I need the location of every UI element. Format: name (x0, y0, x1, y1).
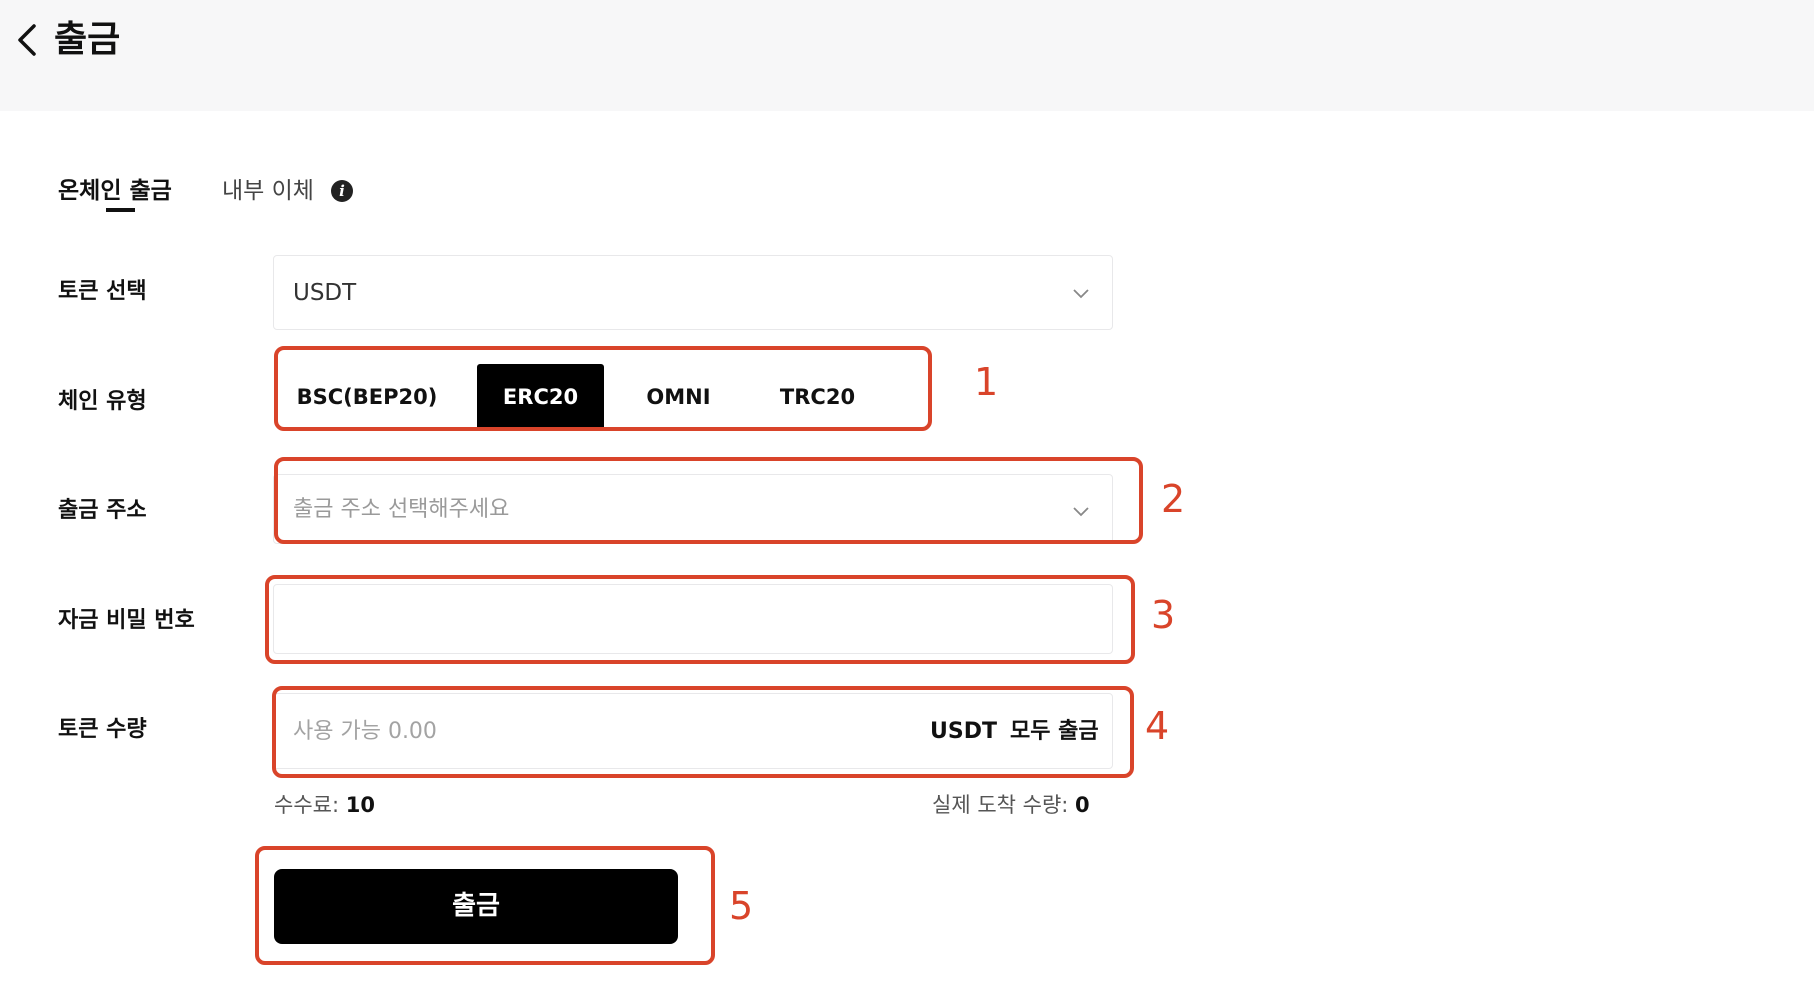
annotation-number-3: 3 (1151, 593, 1176, 637)
annotation-box-5 (255, 846, 715, 965)
annotation-box-3 (265, 575, 1135, 664)
annotation-box-2 (274, 457, 1143, 544)
header-bar: 출금 (0, 0, 1814, 111)
annotation-box-1 (274, 346, 932, 431)
annotation-number-1: 1 (974, 360, 999, 404)
actual-amount-label: 실제 도착 수량: (932, 793, 1069, 817)
chevron-down-icon (1073, 289, 1089, 299)
fee-value: 10 (345, 793, 375, 817)
token-select-label: 토큰 선택 (58, 279, 147, 304)
page-title: 출금 (54, 19, 121, 60)
annotation-number-5: 5 (729, 884, 754, 928)
info-icon[interactable]: i (331, 180, 353, 202)
annotation-box-4 (272, 686, 1134, 778)
token-select-value: USDT (293, 280, 357, 306)
actual-amount-value: 0 (1075, 793, 1090, 817)
address-label: 출금 주소 (58, 498, 147, 523)
tab-onchain-withdraw[interactable]: 온체인 출금 (58, 170, 172, 212)
tab-internal-transfer[interactable]: 내부 이체 (222, 170, 314, 212)
actual-amount-info: 실제 도착 수량: 0 (932, 790, 1090, 820)
fund-password-label: 자금 비밀 번호 (58, 608, 195, 633)
token-amount-label: 토큰 수량 (58, 717, 147, 742)
token-select[interactable]: USDT (273, 255, 1113, 330)
chain-type-label: 체인 유형 (58, 389, 147, 414)
fee-info: 수수료: 10 (274, 790, 375, 820)
tab-active-indicator (106, 208, 135, 212)
annotation-number-2: 2 (1161, 477, 1186, 521)
chevron-left-icon[interactable] (14, 22, 40, 58)
fee-label: 수수료: (274, 793, 340, 817)
annotation-number-4: 4 (1145, 704, 1170, 748)
